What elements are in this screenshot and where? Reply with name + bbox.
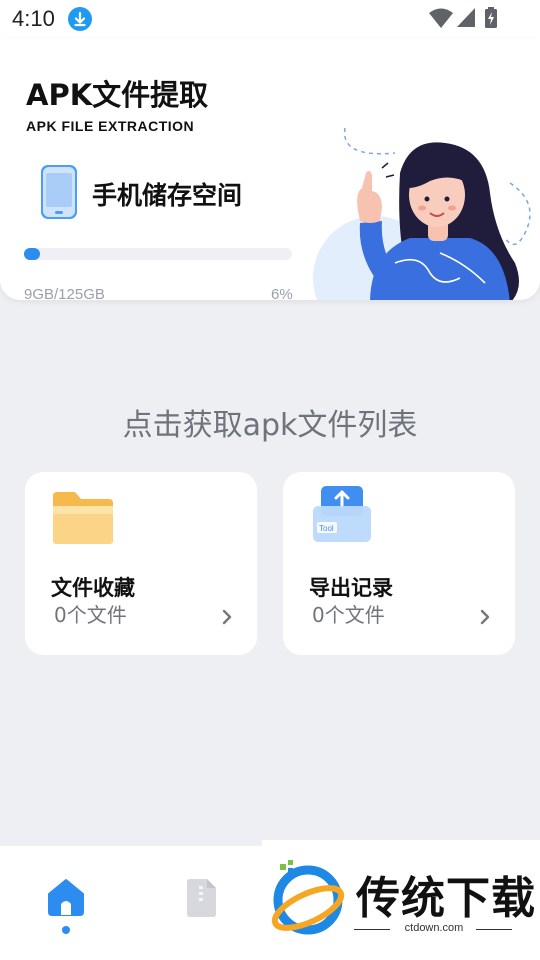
tile-title: 导出记录 — [309, 576, 393, 600]
phone-icon — [40, 164, 78, 224]
signal-icon — [456, 7, 476, 33]
file-favorites-card[interactable]: 文件收藏 0个文件 — [25, 472, 257, 655]
home-icon[interactable] — [45, 876, 87, 922]
storage-percent-text: 6% — [271, 286, 293, 300]
download-notification-icon — [68, 7, 92, 31]
storage-used-text: 9GB/125GB — [24, 286, 105, 300]
woman-pointing-illustration — [300, 113, 540, 300]
folder-icon — [51, 490, 115, 550]
export-box-icon: Tool — [311, 484, 373, 550]
watermark-text: 传统下载 — [356, 873, 536, 924]
chevron-right-icon — [221, 608, 233, 630]
tile-title: 文件收藏 — [51, 576, 135, 600]
watermark-logo — [268, 858, 348, 942]
app-subtitle: APK FILE EXTRACTION — [26, 118, 195, 134]
tool-tag: Tool — [319, 524, 334, 533]
wifi-icon — [428, 7, 454, 33]
fetch-apk-list-prompt[interactable]: 点击获取apk文件列表 — [0, 400, 540, 444]
watermark: 传统下载 ctdown.com — [262, 840, 540, 960]
tile-file-count: 0个文件 — [54, 603, 127, 627]
storage-header-card: APK文件提取 APK FILE EXTRACTION 手机储存空间 9GB/1… — [0, 38, 540, 300]
file-archive-icon[interactable] — [183, 878, 219, 922]
watermark-url: ctdown.com — [404, 922, 464, 934]
tile-file-count: 0个文件 — [312, 603, 385, 627]
status-bar: 4:10 — [0, 0, 540, 38]
storage-label: 手机储存空间 — [92, 181, 243, 210]
storage-progress-bar — [24, 248, 292, 260]
storage-progress-fill — [24, 248, 40, 260]
app-title: APK文件提取 — [26, 78, 209, 112]
status-time: 4:10 — [12, 6, 55, 31]
export-records-card[interactable]: Tool 导出记录 0个文件 — [283, 472, 515, 655]
nav-active-indicator — [62, 926, 70, 934]
battery-charging-icon — [484, 7, 498, 33]
chevron-right-icon — [479, 608, 491, 630]
